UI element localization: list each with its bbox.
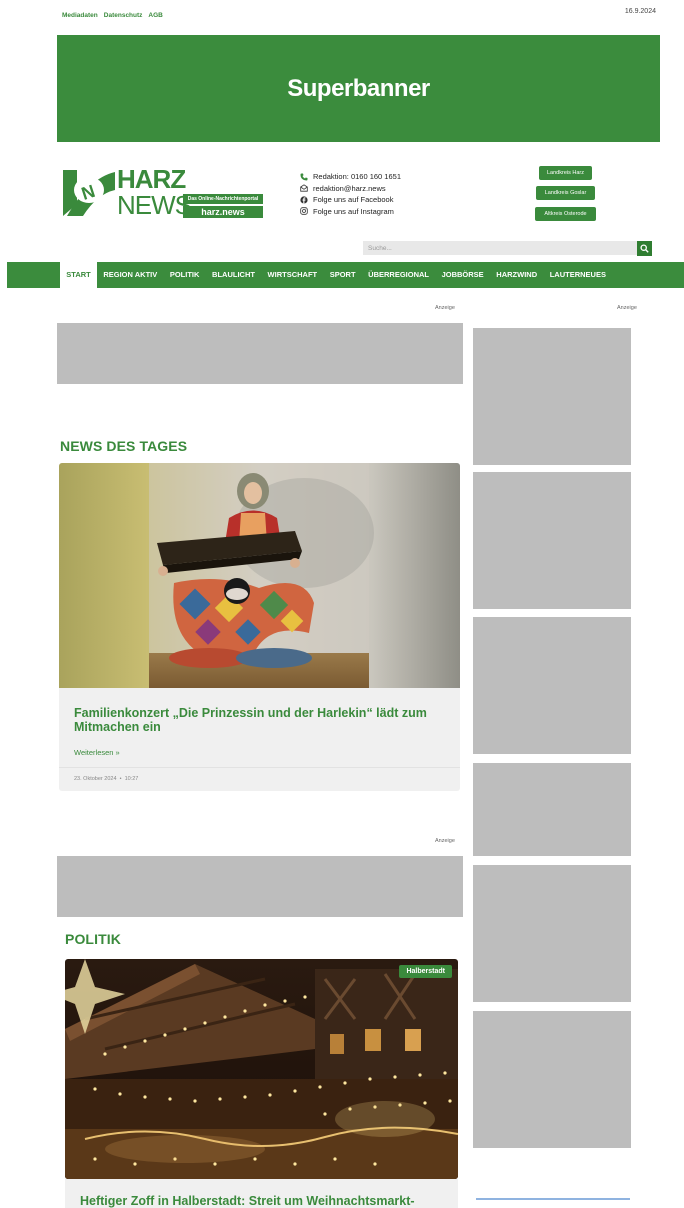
news-article-card[interactable]: Familienkonzert „Die Prinzessin und der … [59,463,460,791]
current-date: 16.9.2024 [624,8,656,15]
politik-article-title[interactable]: Heftiger Zoff in Halberstadt: Streit um … [80,1194,415,1208]
logo-domain: harz.news [183,206,263,218]
article-time: 10:27 [124,776,139,782]
meta-separator: • [119,776,122,782]
harlequin-photo [59,463,460,688]
top-links: Mediadaten Datenschutz AGB [62,12,163,19]
ad-label: Anzeige [435,838,455,844]
nav-item-politik[interactable]: POLITIK [164,262,206,288]
contact-instagram[interactable]: Folge uns auf Instagram [300,206,401,218]
contact-block: Redaktion: 0160 160 1651 redaktion@harz.… [300,171,401,217]
superbanner-ad[interactable]: Superbanner [57,35,660,142]
agb-link[interactable]: AGB [148,12,162,19]
nav-item-ueberregional[interactable]: ÜBERREGIONAL [362,262,435,288]
logo-mark-icon: N [63,170,115,216]
main-nav: START REGION AKTIV POLITIK BLAULICHT WIR… [7,262,684,288]
search-input[interactable] [363,241,637,255]
nav-item-start[interactable]: START [60,262,98,288]
sidebar-ad-placeholder[interactable] [473,617,631,754]
phone-icon [300,173,308,181]
read-more-link[interactable]: Weiterlesen » [74,748,120,757]
region-button-landkreis-goslar[interactable]: Landkreis Goslar [536,186,595,200]
politik-article-card[interactable]: Heftiger Zoff in Halberstadt: Streit um … [65,1179,458,1208]
nav-item-wirtschaft[interactable]: WIRTSCHAFT [261,262,323,288]
card-divider [59,767,460,768]
contact-facebook-text: Folge uns auf Facebook [313,195,394,205]
mediadaten-link[interactable]: Mediadaten [62,12,98,19]
ad-placeholder[interactable] [57,856,463,917]
instagram-icon [300,207,308,215]
article-date: 23. Oktober 2024 [74,776,117,782]
facebook-icon [300,196,308,204]
envelope-icon [300,184,308,192]
search-icon [640,244,649,253]
nav-item-region-aktiv[interactable]: REGION AKTIV [97,262,164,288]
nav-item-jobboerse[interactable]: JOBBÖRSE [435,262,490,288]
nav-item-lauterneues[interactable]: LAUTERNEUES [543,262,612,288]
sidebar-ad-placeholder[interactable] [473,1011,631,1148]
sidebar-ad-placeholder[interactable] [473,763,631,856]
sidebar-divider [476,1198,630,1200]
sidebar-ad-placeholder[interactable] [473,865,631,1002]
contact-facebook[interactable]: Folge uns auf Facebook [300,194,401,206]
ad-label: Anzeige [435,305,455,311]
ad-placeholder[interactable] [57,323,463,384]
region-button-landkreis-harz[interactable]: Landkreis Harz [539,166,592,180]
datenschutz-link[interactable]: Datenschutz [104,12,143,19]
contact-phone[interactable]: Redaktion: 0160 160 1651 [300,171,401,183]
news-article-meta: 23. Oktober 2024 • 10:27 [74,776,138,782]
contact-email[interactable]: redaktion@harz.news [300,183,401,195]
contact-instagram-text: Folge uns auf Instagram [313,206,394,216]
category-badge[interactable]: Halberstadt [399,965,452,978]
logo-tagline: Das Online-Nachrichtenportal [183,194,263,204]
ad-label: Anzeige [617,305,637,311]
site-logo[interactable]: N HARZ NEWS Das Online-Nachrichtenportal… [63,164,263,220]
nav-item-blaulicht[interactable]: BLAULICHT [206,262,262,288]
nav-item-sport[interactable]: SPORT [323,262,361,288]
sidebar-ad-placeholder[interactable] [473,328,631,465]
nav-item-harzwind[interactable]: HARZWIND [490,262,543,288]
region-button-altkreis-osterode[interactable]: Altkreis Osterode [535,207,596,221]
news-article-image[interactable] [59,463,460,688]
sidebar-ad-placeholder[interactable] [473,472,631,609]
search-button[interactable] [637,241,652,256]
logo-word-news: NEWS [117,190,192,220]
contact-phone-text: Redaktion: 0160 160 1651 [313,172,401,182]
news-section-title: NEWS DES TAGES [60,438,188,454]
christmas-market-photo [65,959,458,1179]
contact-email-text: redaktion@harz.news [313,183,386,193]
politik-section-title: POLITIK [65,931,121,947]
superbanner-label: Superbanner [287,74,430,102]
politik-article-image[interactable]: Halberstadt [65,959,458,1179]
news-article-title[interactable]: Familienkonzert „Die Prinzessin und der … [74,706,444,734]
